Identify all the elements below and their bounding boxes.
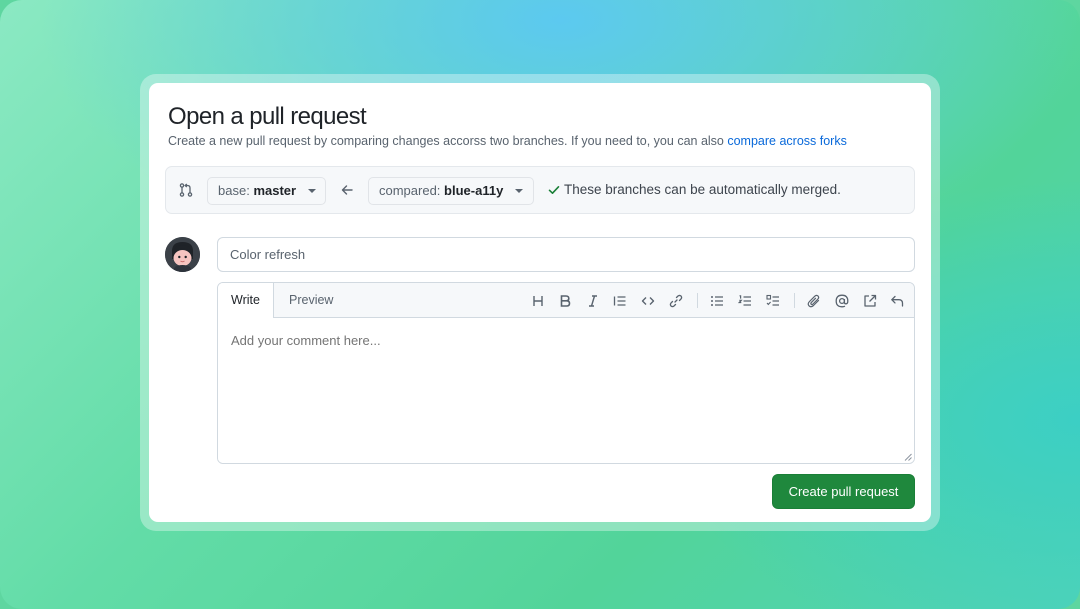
- user-avatar: [165, 237, 200, 272]
- compare-branch-prefix: compared:: [379, 183, 441, 198]
- check-icon: [548, 186, 560, 194]
- toolbar-divider: [697, 293, 698, 308]
- compare-forks-link[interactable]: compare across forks: [727, 134, 846, 148]
- task-list-icon[interactable]: [764, 292, 782, 310]
- branch-compare-bar: base: master compared: blue-a11y These b…: [165, 166, 915, 214]
- chevron-down-icon: [514, 189, 523, 193]
- undo-icon[interactable]: [888, 292, 906, 310]
- link-icon[interactable]: [667, 292, 685, 310]
- pull-request-icon: [179, 183, 193, 197]
- quote-icon[interactable]: [611, 292, 629, 310]
- create-pull-request-button[interactable]: Create pull request: [772, 474, 915, 509]
- base-branch-select[interactable]: base: master: [207, 177, 326, 205]
- reference-icon[interactable]: [861, 292, 879, 310]
- compare-branch-select[interactable]: compared: blue-a11y: [368, 177, 534, 205]
- avatar-image: [165, 237, 200, 272]
- mention-icon[interactable]: [833, 292, 851, 310]
- page-subtitle: Create a new pull request by comparing c…: [168, 134, 847, 148]
- bold-icon[interactable]: [556, 292, 574, 310]
- editor-toolbar: Write Preview: [218, 283, 914, 319]
- bulleted-list-icon[interactable]: [708, 292, 726, 310]
- heading-icon[interactable]: [529, 292, 547, 310]
- comment-textarea[interactable]: [218, 318, 914, 463]
- compare-branch-value: blue-a11y: [444, 183, 504, 198]
- merge-status-text: These branches can be automatically merg…: [564, 182, 841, 197]
- base-branch-prefix: base:: [218, 183, 250, 198]
- arrow-left-icon: [341, 185, 353, 195]
- pull-request-card: Open a pull request Create a new pull re…: [149, 83, 931, 522]
- attach-icon[interactable]: [805, 292, 823, 310]
- italic-icon[interactable]: [584, 292, 602, 310]
- merge-status: These branches can be automatically merg…: [548, 182, 841, 197]
- tab-write[interactable]: Write: [218, 283, 274, 319]
- subtitle-text: Create a new pull request by comparing c…: [168, 134, 728, 148]
- resize-handle-icon[interactable]: [904, 453, 912, 461]
- tab-preview[interactable]: Preview: [276, 283, 346, 318]
- base-branch-value: master: [253, 183, 297, 198]
- numbered-list-icon[interactable]: [736, 292, 754, 310]
- comment-editor: Write Preview: [217, 282, 915, 464]
- chevron-down-icon: [307, 189, 316, 193]
- pr-title-input[interactable]: [217, 237, 915, 272]
- toolbar-divider: [794, 293, 795, 308]
- code-icon[interactable]: [639, 292, 657, 310]
- page-title: Open a pull request: [168, 103, 367, 130]
